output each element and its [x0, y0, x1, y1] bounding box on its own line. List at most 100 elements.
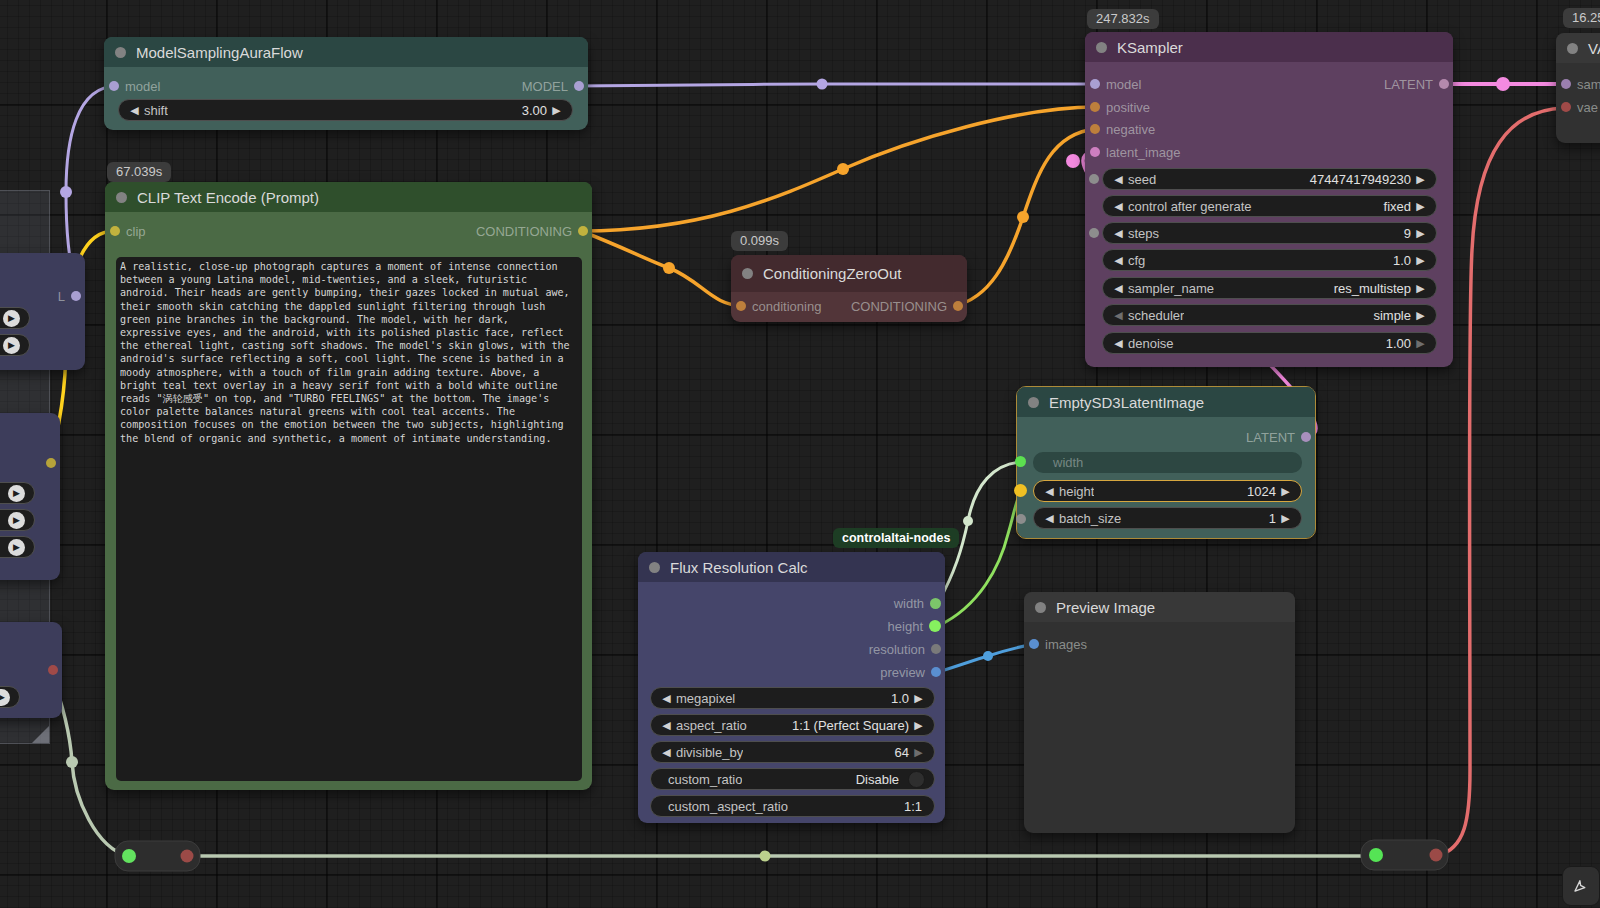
widget-scheduler[interactable]: ◀schedulersimple▶ [1102, 304, 1437, 326]
node-vae-decode[interactable]: VAE Decode samples vae [1556, 33, 1600, 143]
increment-arrow-icon[interactable]: ▶ [1414, 337, 1427, 350]
collapse-dot-icon[interactable] [1035, 602, 1046, 613]
output-dot[interactable] [1439, 79, 1449, 89]
increment-arrow-icon[interactable]: ▶ [3, 337, 20, 354]
widget-partial[interactable]: ▶ [0, 482, 35, 504]
link-dot[interactable] [1066, 154, 1080, 168]
output-slot-preview[interactable]: preview [880, 661, 941, 683]
output-slot-width[interactable]: width [894, 592, 941, 614]
increment-arrow-icon[interactable]: ▶ [1414, 173, 1427, 186]
collapse-dot-icon[interactable] [1028, 397, 1039, 408]
reroute-left-out-dot[interactable] [181, 850, 194, 863]
collapse-dot-icon[interactable] [649, 562, 660, 573]
output-slot-latent[interactable]: LATENT [1246, 426, 1311, 448]
node-emptysd3latentimage[interactable]: EmptySD3LatentImage LATENT width ◀height… [1017, 387, 1315, 538]
output-dot[interactable] [931, 644, 941, 654]
link-dot[interactable] [1496, 77, 1510, 91]
input-dot[interactable] [736, 301, 746, 311]
input-dot[interactable] [110, 226, 120, 236]
collapse-dot-icon[interactable] [1567, 43, 1578, 54]
input-slot-vae[interactable]: vae [1561, 96, 1598, 118]
toggle-knob-icon[interactable] [908, 771, 925, 788]
node-header[interactable]: ConditioningZeroOut [731, 255, 967, 292]
input-dot[interactable] [1561, 79, 1571, 89]
increment-arrow-icon[interactable]: ▶ [1279, 485, 1292, 498]
decrement-arrow-icon[interactable]: ◀ [660, 692, 673, 705]
increment-arrow-icon[interactable]: ▶ [1414, 200, 1427, 213]
widget-cfg[interactable]: ◀cfg1.0▶ [1102, 249, 1437, 271]
increment-arrow-icon[interactable]: ▶ [8, 512, 25, 529]
decrement-arrow-icon[interactable]: ◀ [1043, 485, 1056, 498]
link-dot[interactable] [760, 851, 771, 862]
input-slot-images[interactable]: images [1029, 633, 1087, 655]
output-slot-vae[interactable] [48, 659, 58, 681]
node-ksampler[interactable]: KSampler model positive negative latent_… [1085, 32, 1453, 367]
output-dot[interactable] [48, 665, 58, 675]
increment-arrow-icon[interactable]: ▶ [8, 539, 25, 556]
output-slot-height[interactable]: height [888, 615, 941, 637]
input-slot-conditioning[interactable]: conditioning [736, 295, 821, 317]
node-header[interactable]: ModelSamplingAuraFlow [104, 37, 588, 67]
increment-arrow-icon[interactable]: ▶ [550, 104, 563, 117]
node-clip-text-encode[interactable]: CLIP Text Encode (Prompt) clip CONDITION… [105, 182, 592, 790]
node-graph-canvas[interactable]: ModelSamplingAuraFlow model MODEL ◀ shif… [0, 0, 1600, 908]
widget-sampler-name[interactable]: ◀sampler_nameres_multistep▶ [1102, 277, 1437, 299]
output-dot[interactable] [931, 667, 941, 677]
input-slot-negative[interactable]: negative [1090, 118, 1155, 140]
decrement-arrow-icon[interactable]: ◀ [1112, 309, 1125, 322]
increment-arrow-icon[interactable]: ▶ [1414, 227, 1427, 240]
widget-partial[interactable]: ▶ [0, 686, 20, 708]
widget-divisible-by[interactable]: ◀divisible_by64▶ [650, 741, 935, 763]
link-dot[interactable] [983, 651, 993, 661]
output-slot-model[interactable]: L [58, 285, 81, 307]
widget-width-slot[interactable]: width [1033, 452, 1302, 473]
widget-custom-aspect-ratio[interactable]: custom_aspect_ratio1:1 [650, 795, 935, 817]
decrement-arrow-icon[interactable]: ◀ [128, 104, 141, 117]
decrement-arrow-icon[interactable]: ◀ [1112, 254, 1125, 267]
output-dot[interactable] [46, 458, 56, 468]
increment-arrow-icon[interactable]: ▶ [912, 692, 925, 705]
increment-arrow-icon[interactable]: ▶ [1414, 282, 1427, 295]
node-conditioningzeroout[interactable]: ConditioningZeroOut conditioning CONDITI… [731, 255, 967, 322]
widget-batch-size[interactable]: ◀batch_size1▶ [1033, 507, 1302, 529]
cursor-tool-button[interactable] [1562, 866, 1600, 906]
collapse-dot-icon[interactable] [115, 47, 126, 58]
output-dot[interactable] [71, 291, 81, 301]
widget-megapixel[interactable]: ◀megapixel1.0▶ [650, 687, 935, 709]
decrement-arrow-icon[interactable]: ◀ [660, 719, 673, 732]
increment-arrow-icon[interactable]: ▶ [1414, 309, 1427, 322]
widget-partial[interactable]: ▶ [0, 509, 35, 531]
link-dot[interactable] [66, 756, 78, 768]
increment-arrow-icon[interactable]: ▶ [0, 689, 10, 706]
input-slot-clip[interactable]: clip [110, 220, 146, 242]
input-slot-samples[interactable]: samples [1561, 73, 1600, 95]
input-dot[interactable] [109, 81, 119, 91]
node-vae-loader-partial[interactable]: ▶ [0, 622, 62, 718]
node-flux-resolution-calc[interactable]: Flux Resolution Calc width height resolu… [638, 552, 945, 823]
widget-control-after-generate[interactable]: ◀control after generatefixed▶ [1102, 195, 1437, 217]
input-dot[interactable] [1090, 79, 1100, 89]
node-modelsamplingauraflow[interactable]: ModelSamplingAuraFlow model MODEL ◀ shif… [104, 37, 588, 130]
widget-partial[interactable]: ▶ [0, 536, 35, 558]
widget-partial[interactable]: ▶ [0, 307, 30, 329]
decrement-arrow-icon[interactable]: ◀ [1112, 227, 1125, 240]
collapse-dot-icon[interactable] [116, 192, 127, 203]
increment-arrow-icon[interactable]: ▶ [8, 485, 25, 502]
output-dot[interactable] [578, 226, 588, 236]
output-slot-model[interactable]: MODEL [522, 75, 584, 97]
increment-arrow-icon[interactable]: ▶ [912, 719, 925, 732]
steps-input-dot[interactable] [1089, 228, 1099, 238]
output-dot[interactable] [574, 81, 584, 91]
node-header[interactable]: KSampler [1085, 32, 1453, 62]
output-dot[interactable] [1301, 432, 1311, 442]
decrement-arrow-icon[interactable]: ◀ [660, 746, 673, 759]
node-header[interactable]: EmptySD3LatentImage [1017, 387, 1315, 417]
decrement-arrow-icon[interactable]: ◀ [1112, 282, 1125, 295]
increment-arrow-icon[interactable]: ▶ [1279, 512, 1292, 525]
widget-aspect-ratio[interactable]: ◀aspect_ratio1:1 (Perfect Square)▶ [650, 714, 935, 736]
decrement-arrow-icon[interactable]: ◀ [1112, 200, 1125, 213]
output-dot[interactable] [929, 620, 941, 632]
output-slot-conditioning[interactable]: CONDITIONING [851, 295, 963, 317]
widget-shift[interactable]: ◀ shift 3.00 ▶ [118, 99, 573, 121]
increment-arrow-icon[interactable]: ▶ [1414, 254, 1427, 267]
